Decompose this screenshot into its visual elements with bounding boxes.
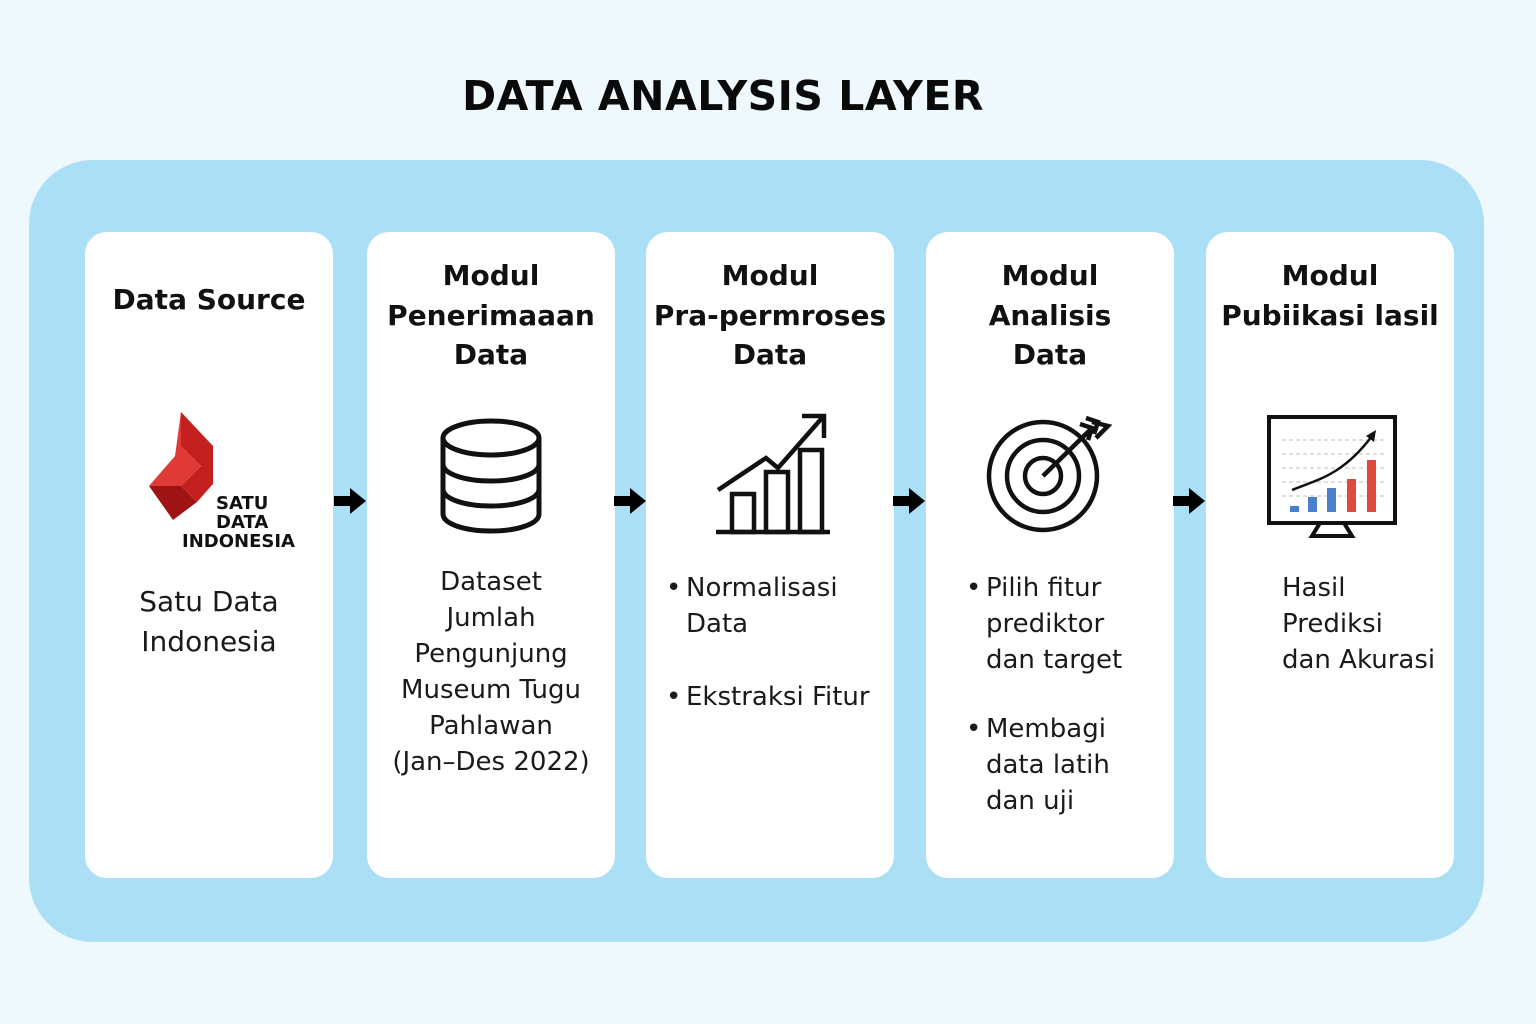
bullet-line: prediktor: [986, 609, 1105, 639]
card-data-source: Data Source SATU DATA INDONESIA Satu Dat…: [85, 232, 333, 878]
bullet-dot: •: [666, 682, 682, 712]
growth-chart-icon: [716, 413, 830, 535]
body-line: Pengunjung: [414, 639, 568, 669]
monitor-chart-icon: [1267, 415, 1397, 538]
card-analisis: Modul Analisis Data • Pilih fitur predik…: [926, 232, 1174, 878]
card-title: Modul Pubiikasi lasil: [1206, 256, 1454, 335]
database-icon: [440, 418, 542, 534]
card-publikasi: Modul Pubiikasi lasil Hasil Prediksi dan…: [1206, 232, 1454, 878]
flow-arrow-icon: [334, 488, 366, 514]
body-line: Museum Tugu: [401, 675, 581, 705]
diagram-page: DATA ANALYSIS LAYER Data Source SATU DAT…: [0, 0, 1536, 1024]
bullet-line: Normalisasi: [686, 573, 838, 603]
bullet-item: • Normalisasi Data: [666, 570, 838, 642]
bullet-item: • Pilih fitur prediktor dan target: [966, 570, 1123, 678]
body-line: Pahlawan: [429, 711, 553, 741]
bullet-item: • Membagi data latih dan uji: [966, 711, 1110, 819]
card-body: Dataset Jumlah Pengunjung Museum Tugu Pa…: [367, 564, 615, 780]
body-line: Prediksi: [1282, 609, 1383, 639]
flow-arrow-icon: [893, 488, 925, 514]
card-title-line: Modul: [442, 259, 540, 292]
card-title-line: Analisis: [988, 298, 1112, 332]
body-line: (Jan–Des 2022): [392, 747, 590, 777]
card-body: Satu Data Indonesia: [85, 582, 333, 662]
bullet-line: Ekstraksi Fitur: [686, 682, 870, 712]
card-title-line: Data: [1012, 338, 1088, 371]
flow-arrow-icon: [614, 488, 646, 514]
body-line: Jumlah: [446, 603, 536, 633]
body-line: Indonesia: [141, 625, 277, 658]
card-pra-pemrosesan: Modul Pra-permroses Data • Normalisasi D…: [646, 232, 894, 878]
card-title-line: Data Source: [112, 283, 306, 316]
flow-arrow-icon: [1173, 488, 1205, 514]
card-title-line: Modul: [721, 259, 819, 292]
card-title-line: Data: [453, 338, 529, 371]
body-line: Satu Data: [139, 585, 279, 618]
card-title-line: Modul: [1281, 259, 1379, 292]
card-title-line: Pra-permroses: [653, 298, 887, 332]
card-title-line: Data: [732, 338, 808, 371]
logo-text-indonesia: INDONESIA: [182, 531, 295, 552]
body-line: dan Akurasi: [1282, 645, 1436, 675]
bullet-item: • Ekstraksi Fitur: [666, 679, 870, 715]
bullet-dot: •: [666, 573, 682, 603]
card-title-line: Pubiikasi lasil: [1221, 298, 1439, 332]
bullet-line: Pilih fitur: [986, 573, 1102, 603]
card-title-line: Penerimaaan: [387, 298, 595, 332]
card-penerimaan: Modul Penerimaaan Data Dataset Jumlah Pe…: [367, 232, 615, 878]
card-title: Modul Analisis Data: [926, 256, 1174, 375]
bullet-line: dan target: [986, 645, 1123, 675]
target-icon: [986, 416, 1113, 533]
card-title: Data Source: [85, 280, 333, 320]
card-title: Modul Penerimaaan Data: [367, 256, 615, 375]
bullet-line: dan uji: [986, 786, 1075, 816]
page-title: DATA ANALYSIS LAYER: [462, 72, 984, 120]
satu-data-logo-icon: [149, 412, 213, 520]
logo-text-satu: SATU: [216, 493, 269, 514]
card-title-line: Modul: [1001, 259, 1099, 292]
card-title: Modul Pra-permroses Data: [646, 256, 894, 375]
bullet-dot: •: [966, 573, 982, 603]
logo-text-data: DATA: [216, 512, 269, 533]
bullet-dot: •: [966, 714, 982, 744]
card-body: Hasil Prediksi dan Akurasi: [1282, 570, 1435, 678]
body-line: Dataset: [440, 567, 542, 597]
bullet-line: Membagi: [986, 714, 1106, 744]
body-line: Hasil: [1282, 573, 1346, 603]
bullet-line: data latih: [986, 750, 1110, 780]
bullet-line: Data: [686, 609, 749, 639]
